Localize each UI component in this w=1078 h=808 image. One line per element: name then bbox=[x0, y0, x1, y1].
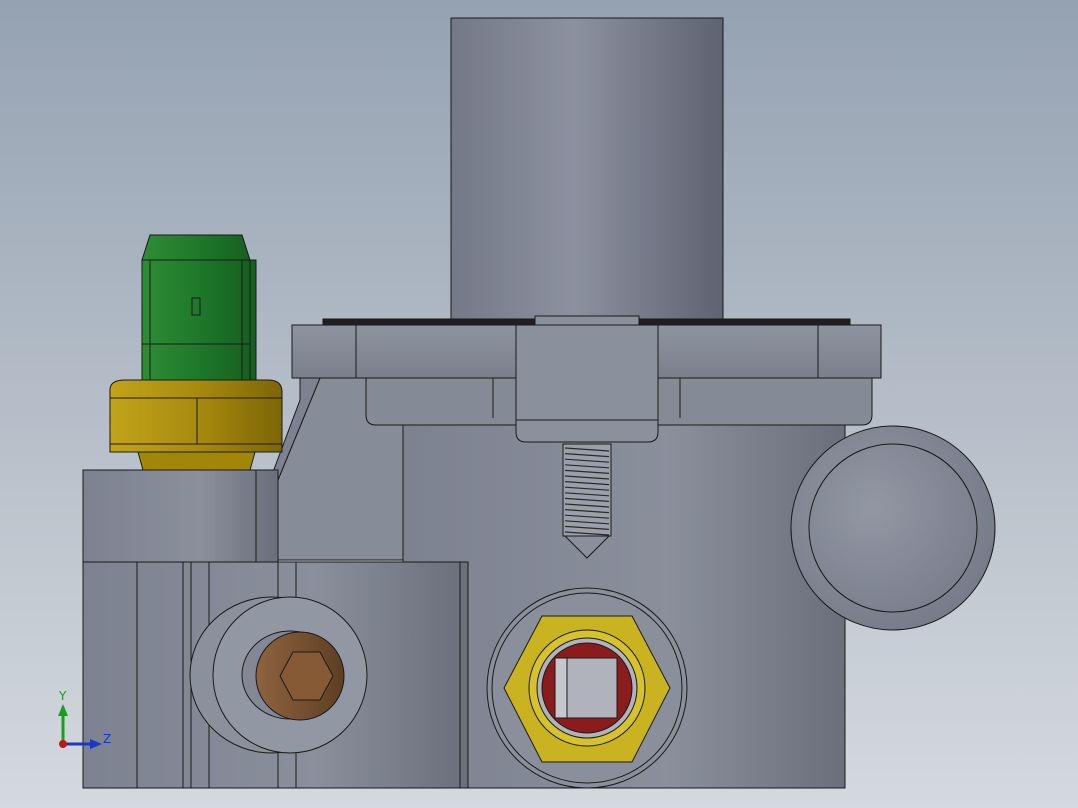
triad-origin bbox=[59, 740, 67, 748]
sensor-connector[interactable] bbox=[141, 234, 251, 381]
gland-fitting[interactable] bbox=[486, 587, 688, 789]
model-view[interactable]: Y Z bbox=[0, 0, 1078, 808]
center-boss[interactable] bbox=[515, 324, 659, 443]
sensor-thread-base bbox=[137, 451, 256, 471]
triad-z-label: Z bbox=[103, 732, 111, 746]
plug-fitting[interactable] bbox=[189, 596, 368, 754]
cad-viewport[interactable]: Y Z bbox=[0, 0, 1078, 808]
gland-pin-edge bbox=[554, 657, 568, 719]
gasket-tab bbox=[534, 315, 640, 326]
top-cylinder[interactable] bbox=[450, 17, 724, 324]
side-cap[interactable] bbox=[790, 425, 996, 631]
center-screw[interactable] bbox=[562, 443, 612, 559]
triad-y-label: Y bbox=[58, 689, 67, 703]
connector-side bbox=[249, 259, 257, 381]
left-block[interactable] bbox=[82, 469, 279, 563]
sensor-hex-nut[interactable] bbox=[109, 379, 283, 453]
